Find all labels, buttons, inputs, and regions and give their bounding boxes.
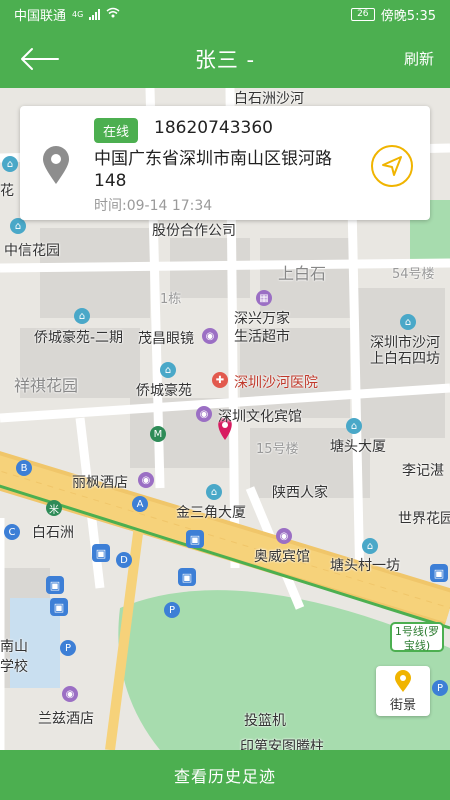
phone-number: 18620743360	[154, 118, 273, 138]
map-label: 白石洲沙河	[234, 91, 304, 107]
poi-icon: ◉	[138, 472, 154, 488]
bus-stop-icon: ▣	[50, 598, 68, 616]
status-time: 傍晚5:35	[380, 8, 436, 24]
poi-icon: ⌂	[362, 538, 378, 554]
map-label: 侨城豪苑	[136, 383, 192, 399]
poi-icon: ◉	[202, 328, 218, 344]
location-info-card[interactable]: 在线 18620743360 中国广东省深圳市南山区银河路148 时间:09-1…	[20, 106, 430, 220]
poi-icon: ⌂	[346, 418, 362, 434]
navigation-icon	[371, 145, 413, 187]
map-label: 中信花园	[4, 243, 60, 259]
signal-icon	[89, 8, 101, 20]
location-pin-icon	[38, 146, 74, 190]
map-label: 股份合作公司	[152, 223, 236, 239]
map-label: 15号楼	[256, 442, 299, 457]
map-label: 塘头村一坊	[330, 558, 400, 574]
parking-icon: P	[60, 640, 76, 656]
network-badge: 4G	[72, 9, 84, 19]
map-label: 1栋	[160, 292, 182, 307]
map-label: 侨城豪苑-二期	[34, 330, 124, 346]
poi-icon: ⌂	[160, 362, 176, 378]
location-time: 时间:09-14 17:34	[94, 198, 213, 214]
poi-icon: D	[116, 552, 132, 568]
page-title: 张三 -	[194, 48, 256, 72]
navigate-button[interactable]	[370, 144, 414, 188]
map-label: 茂昌眼镜	[138, 331, 194, 347]
street-view-label: 街景	[389, 698, 416, 713]
map-label: 世界花园	[398, 511, 450, 527]
metro-station-icon: M	[150, 426, 166, 442]
app-bar: 张三 - 刷新	[0, 28, 450, 88]
wifi-icon	[106, 7, 120, 21]
map-label: 54号楼	[392, 267, 435, 282]
refresh-button[interactable]: 刷新	[404, 48, 434, 69]
bus-stop-icon: ▣	[46, 576, 64, 594]
poi-icon: ⌂	[2, 156, 18, 172]
poi-icon: B	[16, 460, 32, 476]
poi-icon: C	[4, 524, 20, 540]
map-label: 南山	[0, 639, 28, 655]
address-text: 中国广东省深圳市南山区银河路148	[94, 149, 332, 191]
map-label: 深圳沙河医院	[234, 375, 318, 391]
hospital-icon: ✚	[212, 372, 228, 388]
map-label: 金三角大厦	[176, 505, 246, 521]
poi-icon: ◉	[62, 686, 78, 702]
bus-stop-icon: ▣	[178, 568, 196, 586]
status-bar: 中国联通 4G 26 傍晚5:35	[0, 0, 450, 28]
map-label: 塘头大厦	[330, 439, 386, 455]
poi-icon: ⌂	[74, 308, 90, 324]
map-label: 深圳文化宾馆	[218, 409, 302, 425]
metro-line-badge: 1号线(罗宝线)	[390, 622, 444, 652]
street-view-icon	[395, 670, 411, 692]
bus-stop-icon: ▣	[186, 530, 204, 548]
map-label: 花	[0, 183, 14, 199]
map-label: 深兴万家	[234, 311, 290, 327]
map-label: 学校	[0, 659, 28, 675]
poi-icon: ▦	[256, 290, 272, 306]
street-view-button[interactable]: 街景	[376, 666, 430, 716]
metro-station-icon: 米	[46, 500, 62, 516]
bus-stop-icon: ▣	[92, 544, 110, 562]
poi-icon: ⌂	[400, 314, 416, 330]
map-label: 丽枫酒店	[72, 475, 128, 491]
map-label: 李记湛	[402, 463, 444, 479]
map-label: 陕西人家	[272, 485, 328, 501]
map-label: 投篮机	[244, 713, 286, 729]
view-history-button[interactable]: 查看历史足迹	[0, 750, 450, 800]
parking-icon: P	[164, 602, 180, 618]
map-label: 白石洲	[32, 525, 74, 541]
poi-icon: ◉	[196, 406, 212, 422]
map-label: 上白石四坊	[370, 351, 440, 367]
status-left: 中国联通 4G	[14, 5, 120, 24]
map-label: 奥威宾馆	[254, 549, 310, 565]
poi-icon: ⌂	[10, 218, 26, 234]
status-right: 26 傍晚5:35	[350, 5, 436, 24]
map-label: 印第安图腾柱	[240, 739, 324, 750]
map-label: 兰兹酒店	[38, 711, 94, 727]
bus-stop-icon: ▣	[430, 564, 448, 582]
poi-icon: ⌂	[206, 484, 222, 500]
online-status-badge: 在线	[94, 118, 139, 143]
poi-icon: A	[132, 496, 148, 512]
carrier-name: 中国联通	[14, 8, 67, 24]
battery-icon: 26	[350, 7, 375, 21]
poi-icon: ◉	[276, 528, 292, 544]
map-label: 上白石	[278, 264, 327, 283]
map-label: 祥祺花园	[14, 376, 79, 395]
map-label: 生活超市	[234, 329, 290, 345]
parking-icon: P	[432, 680, 448, 696]
